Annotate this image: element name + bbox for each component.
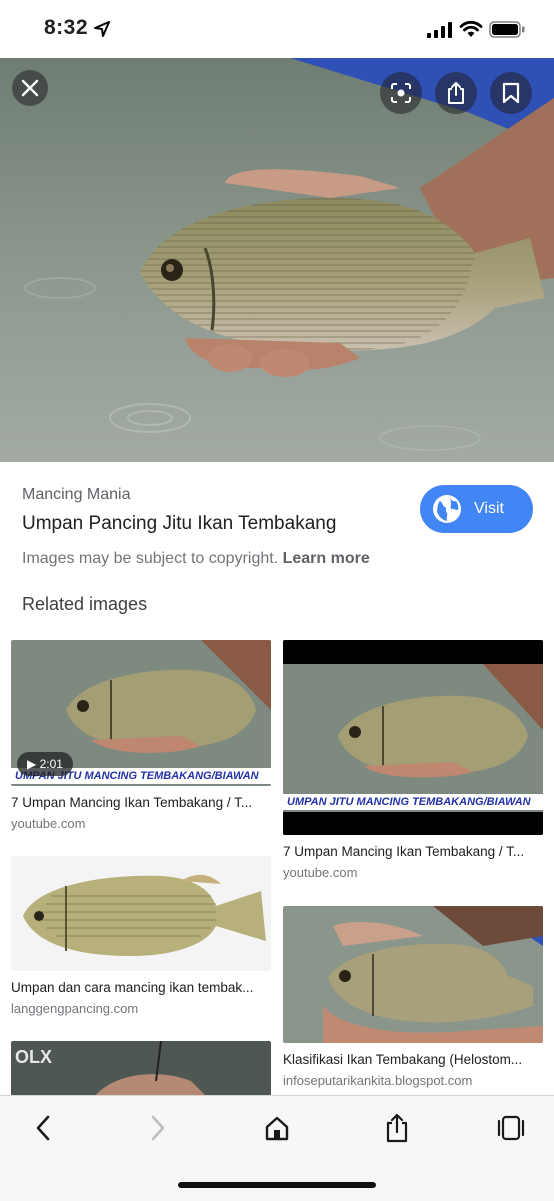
- related-domain: infoseputarikankita.blogspot.com: [283, 1073, 473, 1088]
- related-card[interactable]: Umpan dan cara mancing ikan tembak... la…: [11, 856, 271, 1016]
- bookmark-icon: [502, 82, 520, 104]
- lens-button[interactable]: [380, 72, 422, 114]
- related-card[interactable]: OLX: [11, 1041, 271, 1101]
- source-site: Mancing Mania: [22, 486, 131, 503]
- globe-icon: [433, 495, 461, 523]
- status-bar: 8:32: [0, 0, 554, 58]
- back-icon: [36, 1115, 50, 1141]
- related-thumbnail: [283, 906, 543, 1043]
- olx-watermark: OLX: [15, 1047, 53, 1067]
- copyright-notice: Images may be subject to copyright. Lear…: [22, 550, 370, 568]
- related-caption: Umpan dan cara mancing ikan tembak...: [11, 980, 254, 995]
- status-time: 8:32: [44, 16, 89, 39]
- learn-more-link[interactable]: Learn more: [283, 550, 370, 567]
- tabs-icon: [497, 1115, 525, 1141]
- related-domain: langgengpancing.com: [11, 1001, 139, 1016]
- visit-label: Visit: [474, 500, 504, 517]
- related-thumbnail: OLX: [11, 1041, 271, 1101]
- related-images-heading: Related images: [22, 594, 148, 614]
- related-caption: 7 Umpan Mancing Ikan Tembakang / T...: [11, 795, 253, 810]
- home-icon: [265, 1116, 289, 1141]
- wifi-icon: [459, 20, 483, 37]
- back-button[interactable]: [25, 1110, 61, 1146]
- home-indicator: [178, 1182, 376, 1188]
- image-title[interactable]: Umpan Pancing Jitu Ikan Tembakang: [22, 513, 336, 535]
- share-page-button[interactable]: [379, 1110, 415, 1146]
- related-thumbnail: UMPAN JITU MANCING TEMBAKANG/BIAWAN ▶ 2:…: [11, 640, 271, 786]
- lens-icon: [391, 83, 411, 103]
- related-thumbnail: [11, 856, 271, 971]
- visit-button[interactable]: Visit: [420, 485, 533, 533]
- main-image[interactable]: [0, 58, 554, 462]
- share-button[interactable]: [435, 72, 477, 114]
- related-card[interactable]: Klasifikasi Ikan Tembakang (Helostom... …: [283, 906, 543, 1088]
- related-caption: 7 Umpan Mancing Ikan Tembakang / T...: [283, 844, 525, 859]
- video-duration: ▶ 2:01: [17, 752, 73, 776]
- related-card[interactable]: UMPAN JITU MANCING TEMBAKANG/BIAWAN ▶ 2:…: [11, 640, 271, 831]
- share-icon: [386, 1113, 408, 1143]
- related-caption: Klasifikasi Ikan Tembakang (Helostom...: [283, 1052, 523, 1067]
- related-domain: youtube.com: [283, 865, 358, 880]
- home-button[interactable]: [259, 1110, 295, 1146]
- save-button[interactable]: [490, 72, 532, 114]
- close-button[interactable]: [12, 70, 48, 106]
- cellular-signal-icon: [427, 22, 452, 38]
- battery-icon: [489, 21, 525, 38]
- fish-photo: [0, 58, 554, 462]
- forward-button[interactable]: [140, 1110, 176, 1146]
- related-thumbnail: UMPAN JITU MANCING TEMBAKANG/BIAWAN: [283, 640, 543, 835]
- tabs-button[interactable]: [493, 1110, 529, 1146]
- location-arrow-icon: [94, 21, 110, 37]
- share-icon: [448, 82, 464, 104]
- related-domain: youtube.com: [11, 816, 86, 831]
- thumbnail-banner: UMPAN JITU MANCING TEMBAKANG/BIAWAN: [283, 794, 543, 810]
- close-icon: [21, 79, 39, 97]
- forward-icon: [151, 1115, 165, 1141]
- related-card[interactable]: UMPAN JITU MANCING TEMBAKANG/BIAWAN 7 Um…: [283, 640, 543, 880]
- copyright-text: Images may be subject to copyright.: [22, 550, 279, 567]
